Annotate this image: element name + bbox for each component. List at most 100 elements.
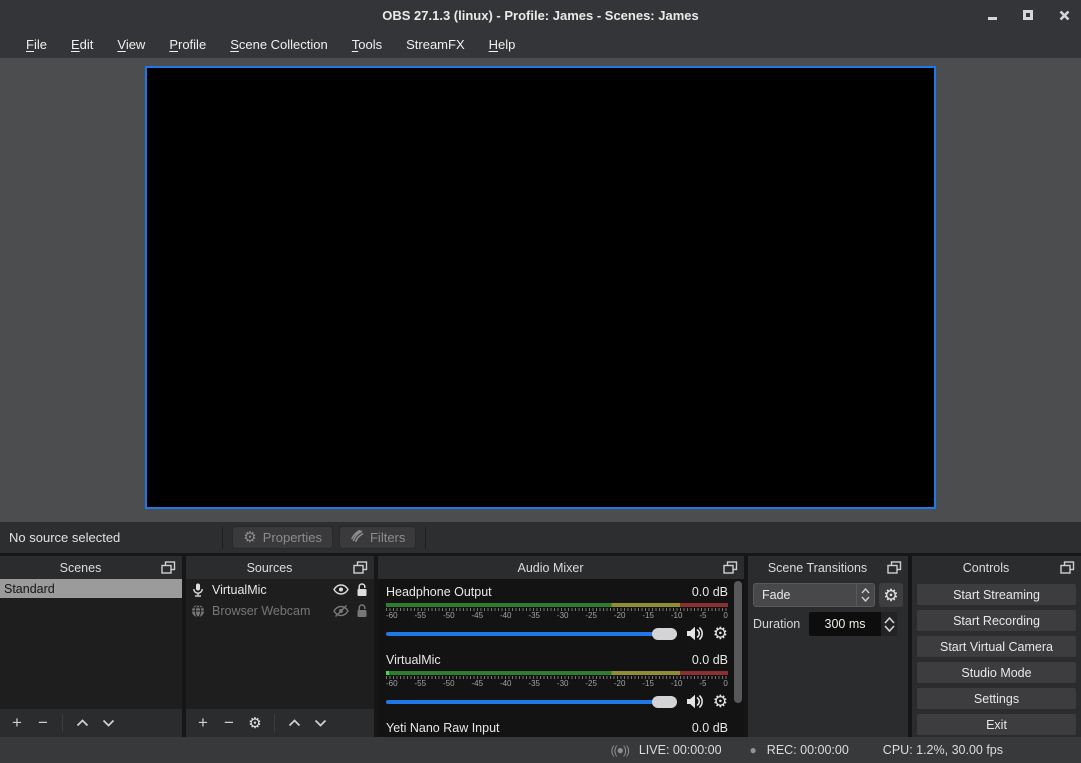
preview-canvas[interactable] xyxy=(145,66,936,509)
studio-mode-button[interactable]: Studio Mode xyxy=(916,661,1077,684)
scene-up-button[interactable] xyxy=(71,712,93,734)
mixer-virtualmic: VirtualMic 0.0 dB -60-55-50-45-40-35-30-… xyxy=(386,651,728,710)
volume-meter xyxy=(386,671,728,675)
start-virtual-camera-button[interactable]: Start Virtual Camera xyxy=(916,635,1077,658)
scenes-panel: Scenes Standard + − xyxy=(0,556,182,737)
speaker-icon[interactable] xyxy=(686,694,704,709)
scene-transitions-panel: Scene Transitions Fade ⚙ xyxy=(748,556,908,737)
volume-slider-handle[interactable] xyxy=(652,628,677,640)
controls-panel: Controls Start Streaming Start Recording… xyxy=(912,556,1081,737)
scene-item-standard[interactable]: Standard xyxy=(0,579,182,598)
live-time: LIVE: 00:00:00 xyxy=(639,743,722,757)
scene-down-button[interactable] xyxy=(97,712,119,734)
volume-slider[interactable] xyxy=(386,632,677,636)
exit-button[interactable]: Exit xyxy=(916,713,1077,736)
transition-selected-value: Fade xyxy=(754,588,856,602)
menu-streamfx[interactable]: StreamFX xyxy=(394,34,477,55)
sources-header: Sources xyxy=(186,556,374,579)
mixer-yeti-nano: Yeti Nano Raw Input 0.0 dB -60-55-50-45-… xyxy=(386,719,728,737)
menu-edit[interactable]: Edit xyxy=(59,34,105,55)
mixer-settings-gear-icon[interactable]: ⚙ xyxy=(713,625,728,642)
chevron-up-icon xyxy=(884,617,895,624)
transition-select-spinner[interactable] xyxy=(856,584,874,606)
mixer-name: Yeti Nano Raw Input xyxy=(386,721,500,735)
source-toolbar: No source selected ⚙ Properties Filters xyxy=(0,522,1081,553)
popout-icon[interactable] xyxy=(1060,561,1075,574)
mixer-name: VirtualMic xyxy=(386,653,441,667)
gear-icon: ⚙ xyxy=(243,529,256,546)
menu-scene-collection[interactable]: Scene Collection xyxy=(218,34,340,55)
meter-scale: -60-55-50-45-40-35-30-25-20-15-10-50 xyxy=(386,611,728,621)
volume-meter xyxy=(386,603,728,607)
menu-file[interactable]: File xyxy=(14,34,59,55)
properties-button[interactable]: ⚙ Properties xyxy=(232,526,333,549)
mixer-settings-gear-icon[interactable]: ⚙ xyxy=(713,693,728,710)
remove-source-button[interactable]: − xyxy=(218,712,240,734)
lock-icon[interactable] xyxy=(356,604,368,618)
start-recording-button[interactable]: Start Recording xyxy=(916,609,1077,632)
scenes-list: Standard xyxy=(0,579,182,709)
chevron-up-icon xyxy=(288,719,301,727)
popout-icon[interactable] xyxy=(353,561,368,574)
duration-input[interactable]: 300 ms xyxy=(809,612,881,636)
remove-scene-button[interactable]: − xyxy=(32,712,54,734)
audio-mixer-header: Audio Mixer xyxy=(378,556,744,579)
duration-spinner[interactable] xyxy=(881,612,897,636)
filters-button[interactable]: Filters xyxy=(339,526,416,549)
source-row-browser-webcam[interactable]: Browser Webcam xyxy=(186,600,374,621)
source-up-button[interactable] xyxy=(283,712,305,734)
scene-transitions-body: Fade ⚙ Duration 300 ms xyxy=(748,579,908,737)
source-row-virtualmic[interactable]: VirtualMic xyxy=(186,579,374,600)
menu-help[interactable]: Help xyxy=(477,34,528,55)
toolbar-separator xyxy=(425,527,426,549)
source-label: Browser Webcam xyxy=(212,604,326,618)
transition-select[interactable]: Fade xyxy=(753,583,875,607)
popout-icon[interactable] xyxy=(161,561,176,574)
preview-area xyxy=(0,58,1081,522)
add-source-button[interactable]: + xyxy=(192,712,214,734)
popout-icon[interactable] xyxy=(887,561,902,574)
chevron-up-icon xyxy=(76,719,89,727)
menu-bar: File Edit View Profile Scene Collection … xyxy=(0,30,1081,58)
volume-slider-handle[interactable] xyxy=(652,696,677,708)
settings-button[interactable]: Settings xyxy=(916,687,1077,710)
close-button[interactable] xyxy=(1057,8,1071,22)
record-dot-icon: ● xyxy=(750,743,757,757)
scene-transitions-title: Scene Transitions xyxy=(748,561,887,575)
menu-tools[interactable]: Tools xyxy=(340,34,394,55)
volume-slider[interactable] xyxy=(386,700,677,704)
add-scene-button[interactable]: + xyxy=(6,712,28,734)
scenes-header: Scenes xyxy=(0,556,182,579)
maximize-button[interactable] xyxy=(1021,8,1035,22)
menu-profile[interactable]: Profile xyxy=(157,34,218,55)
mixer-scrollbar[interactable] xyxy=(734,581,742,703)
rec-time: REC: 00:00:00 xyxy=(767,743,849,757)
mixer-name: Headphone Output xyxy=(386,585,492,599)
properties-label: Properties xyxy=(263,530,322,545)
toolbar-separator xyxy=(274,714,275,732)
filters-icon xyxy=(350,529,364,546)
cpu-fps-stats: CPU: 1.2%, 30.00 fps xyxy=(883,743,1003,757)
audio-mixer-body: Headphone Output 0.0 dB -60-55-50-45-40-… xyxy=(378,579,744,737)
start-streaming-button[interactable]: Start Streaming xyxy=(916,583,1077,606)
sources-toolbar: + − ⚙ xyxy=(186,709,374,737)
chevron-down-icon xyxy=(861,596,870,602)
sources-panel: Sources VirtualMic xyxy=(186,556,374,737)
controls-body: Start Streaming Start Recording Start Vi… xyxy=(912,579,1081,737)
lock-icon[interactable] xyxy=(356,583,368,597)
transition-properties-button[interactable]: ⚙ xyxy=(879,583,903,607)
microphone-icon xyxy=(191,583,205,597)
sources-list: VirtualMic xyxy=(186,579,374,709)
visibility-eye-slash-icon[interactable] xyxy=(333,605,349,617)
dock-area: Scenes Standard + − Sources xyxy=(0,553,1081,737)
source-properties-button[interactable]: ⚙ xyxy=(244,712,266,734)
source-down-button[interactable] xyxy=(309,712,331,734)
visibility-eye-icon[interactable] xyxy=(333,584,349,595)
filters-label: Filters xyxy=(370,530,405,545)
popout-icon[interactable] xyxy=(723,561,738,574)
chevron-down-icon xyxy=(314,719,327,727)
menu-view[interactable]: View xyxy=(105,34,157,55)
meter-scale: -60-55-50-45-40-35-30-25-20-15-10-50 xyxy=(386,679,728,689)
minimize-button[interactable] xyxy=(985,8,999,22)
speaker-icon[interactable] xyxy=(686,626,704,641)
